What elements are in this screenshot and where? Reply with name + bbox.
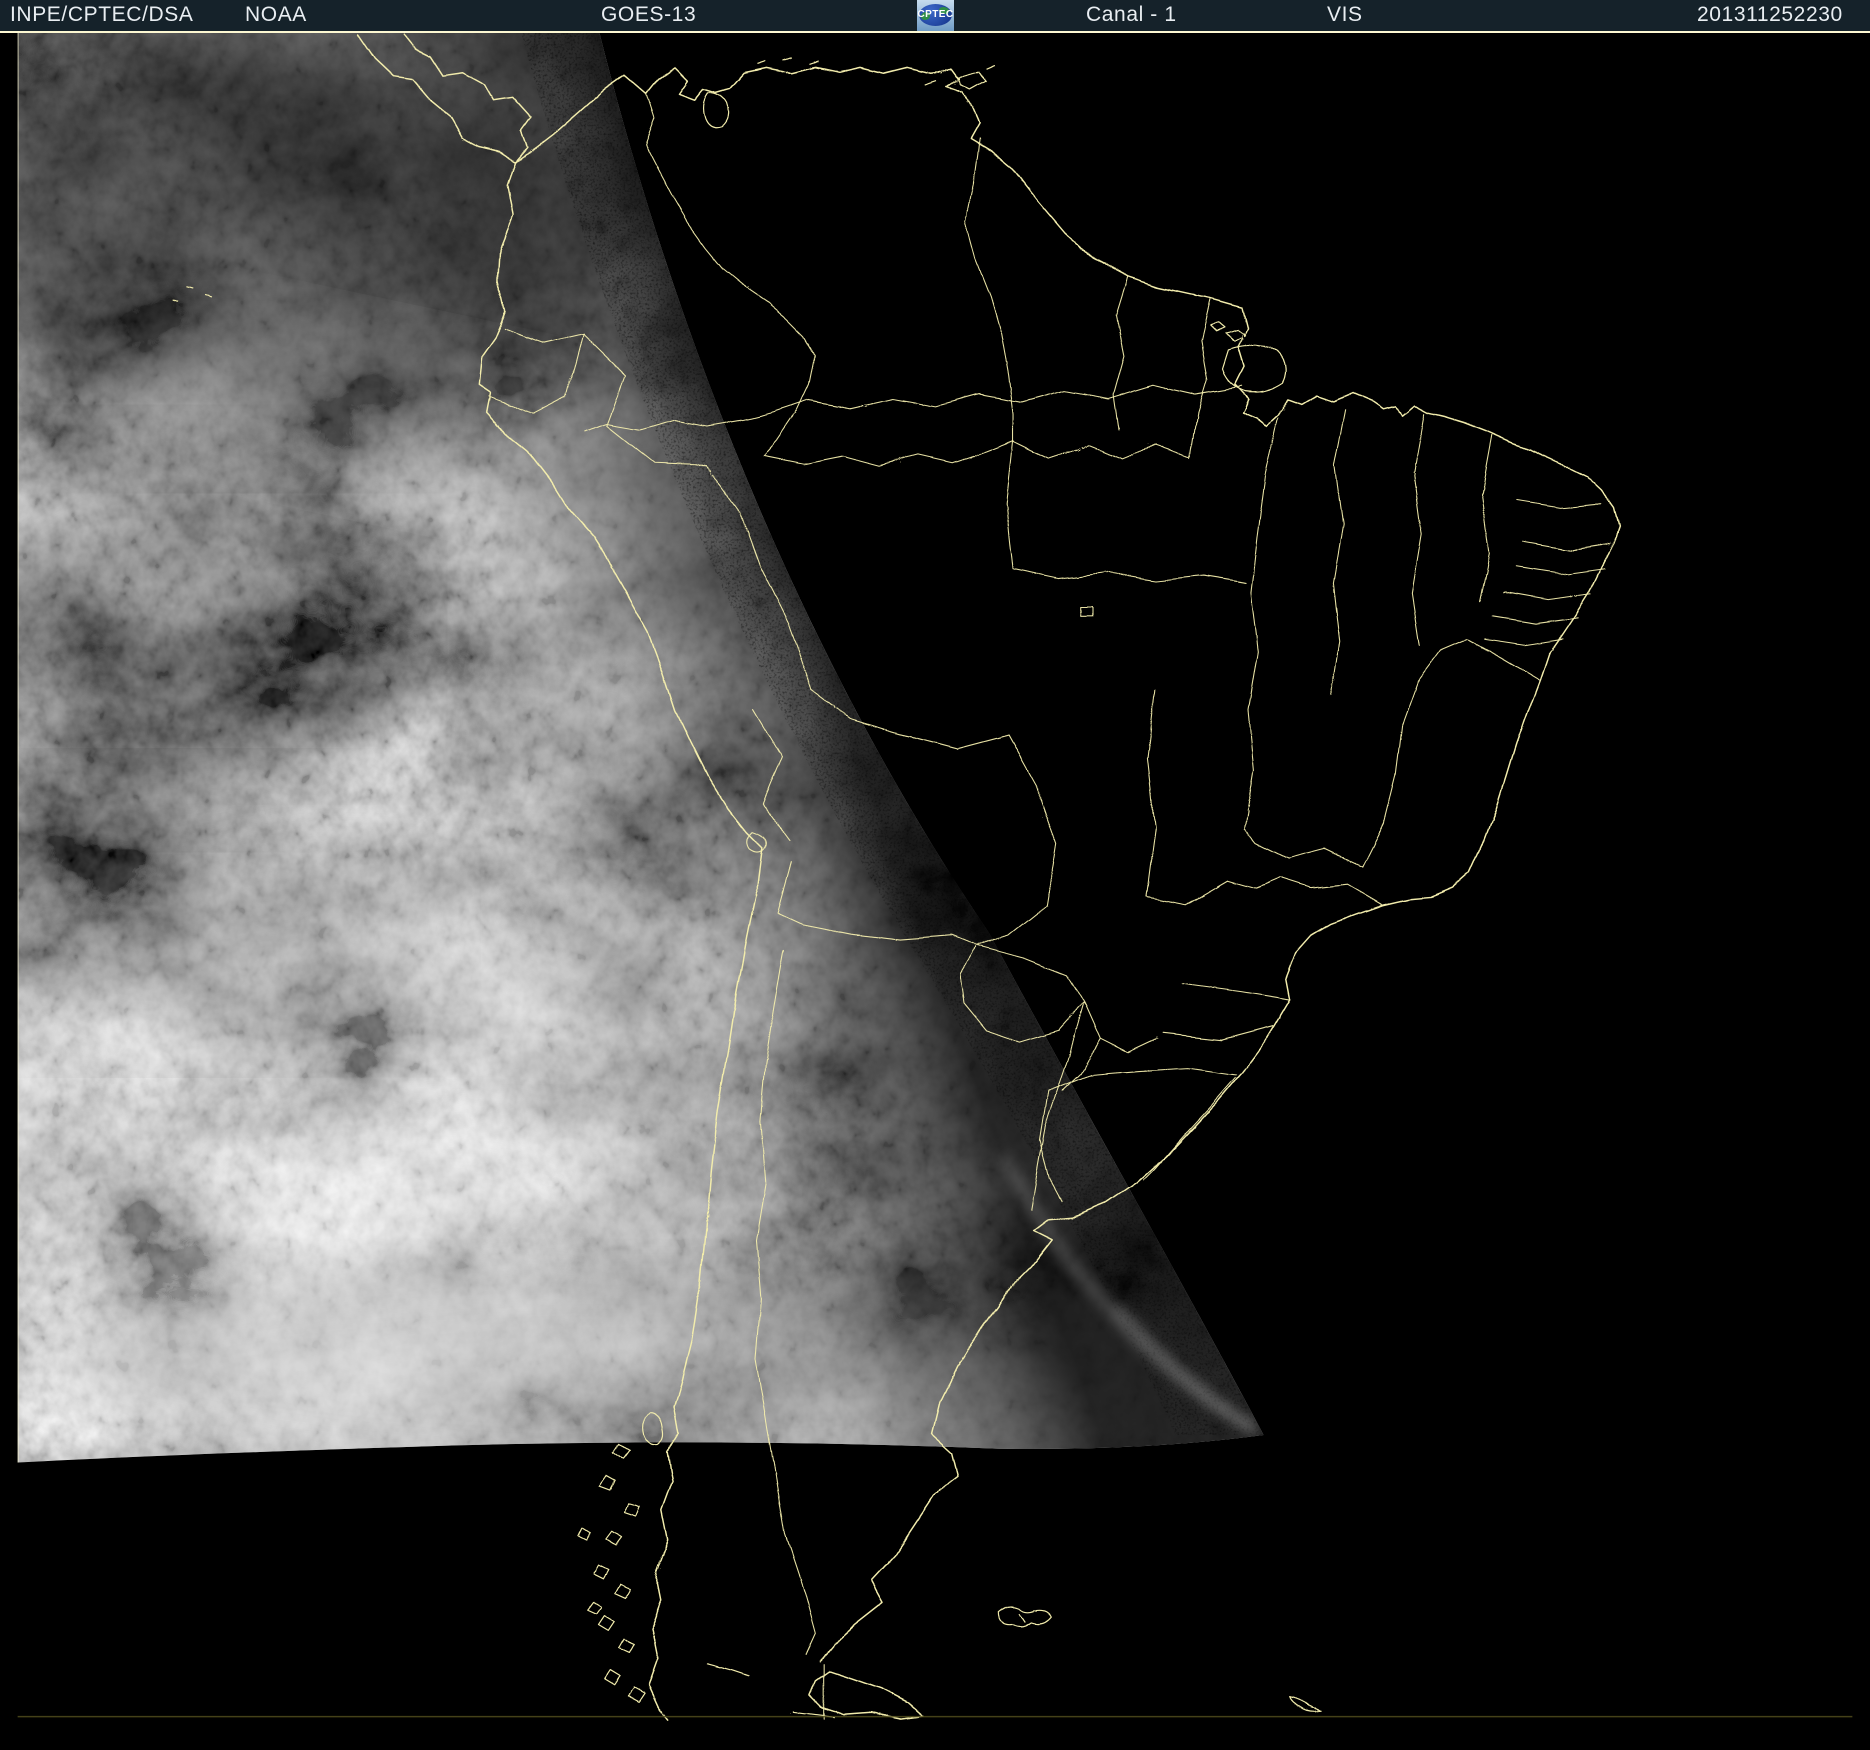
goes13-satellite-map (17, 33, 1853, 1719)
band-label: VIS (1327, 3, 1363, 26)
cptec-logo: CPTEC (917, 0, 954, 31)
satellite-label: GOES-13 (601, 3, 697, 26)
page-root: { "header": { "agency": "INPE/CPTEC/DSA"… (0, 0, 1870, 1750)
timestamp-label: 201311252230 (1697, 3, 1843, 26)
channel-label: Canal - 1 (1086, 3, 1177, 26)
satellite-image-area (0, 33, 1870, 1750)
agency-label: INPE/CPTEC/DSA (10, 3, 194, 26)
header-bar: INPE/CPTEC/DSA NOAA GOES-13 CPTEC Canal … (0, 0, 1870, 31)
logo-text: CPTEC (917, 9, 954, 20)
noaa-label: NOAA (245, 3, 307, 26)
